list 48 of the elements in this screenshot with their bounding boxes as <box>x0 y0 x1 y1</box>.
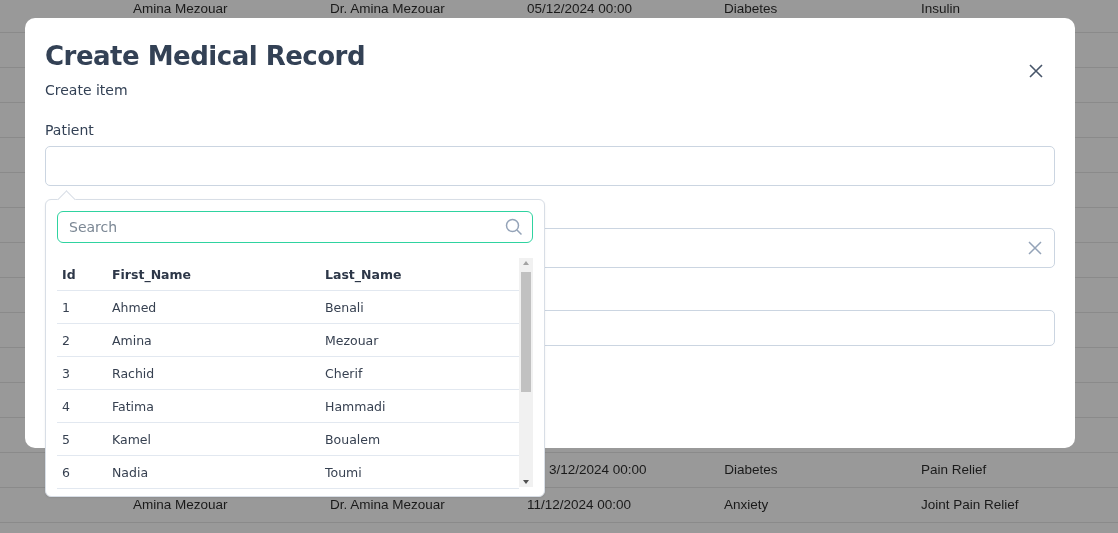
table-cell-text: Ahmed <box>111 299 158 315</box>
table-cell-text: 5 <box>61 431 71 447</box>
table-cell: Diabetes <box>724 1 778 16</box>
table-cell-text: Nadia <box>111 464 150 480</box>
table-cell-text: 3 <box>61 365 71 381</box>
table-cell: Insulin <box>921 1 961 16</box>
scrollbar[interactable] <box>519 258 533 487</box>
table-cell-text: Rachid <box>111 365 156 381</box>
table-cell: Anxiety <box>724 497 769 512</box>
table-cell: Pain Relief <box>921 462 987 477</box>
table-cell-text: Cherif <box>324 365 364 381</box>
column-header: Id <box>61 266 77 282</box>
table-cell: Diabetes <box>724 462 778 477</box>
table-row[interactable]: 2 Amina Mezouar <box>57 324 519 357</box>
table-cell-text: 6 <box>61 464 71 480</box>
table-cell: Joint Pain Relief <box>921 497 1019 512</box>
table-cell: 05/12/2024 00:00 <box>527 1 633 16</box>
table-row[interactable]: 6 Nadia Toumi <box>57 456 519 489</box>
table-cell-text: Amina <box>111 332 153 348</box>
search-icon <box>505 218 523 236</box>
table-row[interactable]: 3 Rachid Cherif <box>57 357 519 390</box>
table-row[interactable]: 4 Fatima Hammadi <box>57 390 519 423</box>
table-cell-text: Fatima <box>111 398 155 414</box>
dialog-subtitle: Create item <box>45 82 129 98</box>
table-row[interactable]: 5 Kamel Boualem <box>57 423 519 456</box>
search-field[interactable]: Search <box>57 211 533 243</box>
table-cell-text: 2 <box>61 332 71 348</box>
column-header: First_Name <box>111 266 193 282</box>
table-cell: Amina Mezouar <box>133 1 228 16</box>
field-label: Patient <box>45 121 95 140</box>
table-cell-text: Mezouar <box>324 332 380 348</box>
table-cell: Dr. Amina Mezouar <box>330 497 445 512</box>
table-cell-text: Boualem <box>324 431 382 447</box>
table-cell-text: Kamel <box>111 431 152 447</box>
column-header: Last_Name <box>324 266 403 282</box>
table-cell-text: Toumi <box>324 464 363 480</box>
table-cell: 11/12/2024 00:00 <box>527 497 632 512</box>
clear-icon[interactable] <box>1028 241 1042 255</box>
table-cell-text: 4 <box>61 398 71 414</box>
table-cell-text: Hammadi <box>324 398 387 414</box>
table-cell-text: 1 <box>61 299 71 315</box>
close-icon[interactable] <box>1028 63 1044 79</box>
dialog-title: Create Medical Record <box>45 40 365 73</box>
table-cell-text: Benali <box>324 299 365 315</box>
table-cell: Amina Mezouar <box>133 497 228 512</box>
table-cell: Dr. Amina Mezouar <box>330 1 445 16</box>
table-row[interactable]: 1 Ahmed Benali <box>57 291 519 324</box>
table-cell: 3/12/2024 00:00 <box>548 462 647 477</box>
